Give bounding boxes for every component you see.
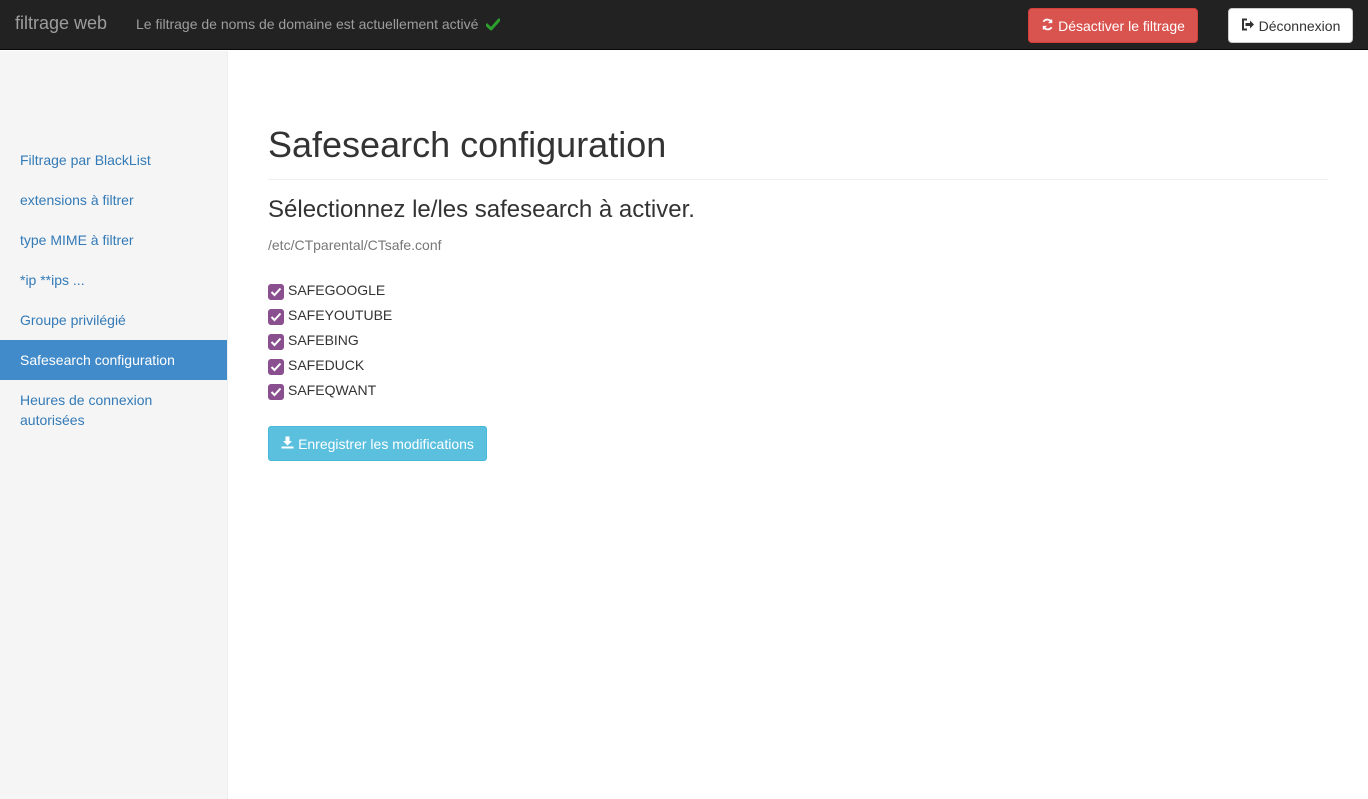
- option-safegoogle: SAFEGOOGLE: [268, 277, 392, 302]
- filter-status: Le filtrage de noms de domaine est actue…: [136, 16, 501, 34]
- save-button[interactable]: Enregistrer les modifications: [268, 426, 487, 461]
- option-label: SAFEGOOGLE: [288, 281, 386, 298]
- download-icon: [281, 436, 294, 452]
- option-label: SAFEQWANT: [288, 381, 377, 398]
- sidebar-item-connection-hours[interactable]: Heures de connexion autorisées: [0, 380, 227, 440]
- logout-label: Déconnexion: [1258, 17, 1341, 34]
- brand-link[interactable]: filtrage web: [15, 13, 107, 34]
- option-safebing: SAFEBING: [268, 327, 392, 352]
- disable-filtering-button[interactable]: Désactiver le filtrage: [1028, 8, 1198, 43]
- sidebar-item-privileged-group[interactable]: Groupe privilégié: [0, 300, 227, 340]
- sidebar-item-mime-types[interactable]: type MIME à filtrer: [0, 220, 227, 260]
- option-safeyoutube: SAFEYOUTUBE: [268, 302, 392, 327]
- sidebar-item-ips[interactable]: *ip **ips ...: [0, 260, 227, 300]
- safegoogle-checkbox[interactable]: [268, 283, 284, 300]
- sidebar-item-blacklist[interactable]: Filtrage par BlackList: [0, 140, 227, 180]
- refresh-icon: [1041, 18, 1054, 34]
- section-subtitle: Sélectionnez le/les safesearch à activer…: [268, 196, 695, 223]
- safesearch-options: SAFEGOOGLE SAFEYOUTUBE SAFEBING SAFEDUCK…: [268, 277, 392, 402]
- option-label: SAFEDUCK: [288, 356, 365, 373]
- page-title: Safesearch configuration: [268, 124, 667, 165]
- sign-out-icon: [1241, 18, 1255, 34]
- sidebar-item-safesearch[interactable]: Safesearch configuration: [0, 340, 227, 380]
- safebing-checkbox[interactable]: [268, 333, 284, 350]
- top-navbar: filtrage web Le filtrage de noms de doma…: [0, 0, 1368, 50]
- logout-button[interactable]: Déconnexion: [1228, 8, 1353, 43]
- config-file-path: /etc/CTparental/CTsafe.conf: [268, 237, 442, 253]
- sidebar: Filtrage par BlackList extensions à filt…: [0, 51, 228, 799]
- save-label: Enregistrer les modifications: [298, 435, 474, 452]
- option-label: SAFEBING: [288, 331, 359, 348]
- disable-filtering-label: Désactiver le filtrage: [1058, 17, 1185, 34]
- safeqwant-checkbox[interactable]: [268, 383, 284, 400]
- option-label: SAFEYOUTUBE: [288, 306, 393, 323]
- filter-status-label: Le filtrage de noms de domaine est actue…: [136, 16, 479, 32]
- title-divider: [268, 179, 1328, 180]
- check-icon: [485, 18, 501, 34]
- option-safeduck: SAFEDUCK: [268, 352, 392, 377]
- safeyoutube-checkbox[interactable]: [268, 308, 284, 325]
- option-safeqwant: SAFEQWANT: [268, 377, 392, 402]
- sidebar-item-extensions[interactable]: extensions à filtrer: [0, 180, 227, 220]
- sidebar-nav: Filtrage par BlackList extensions à filt…: [0, 140, 227, 440]
- safeduck-checkbox[interactable]: [268, 358, 284, 375]
